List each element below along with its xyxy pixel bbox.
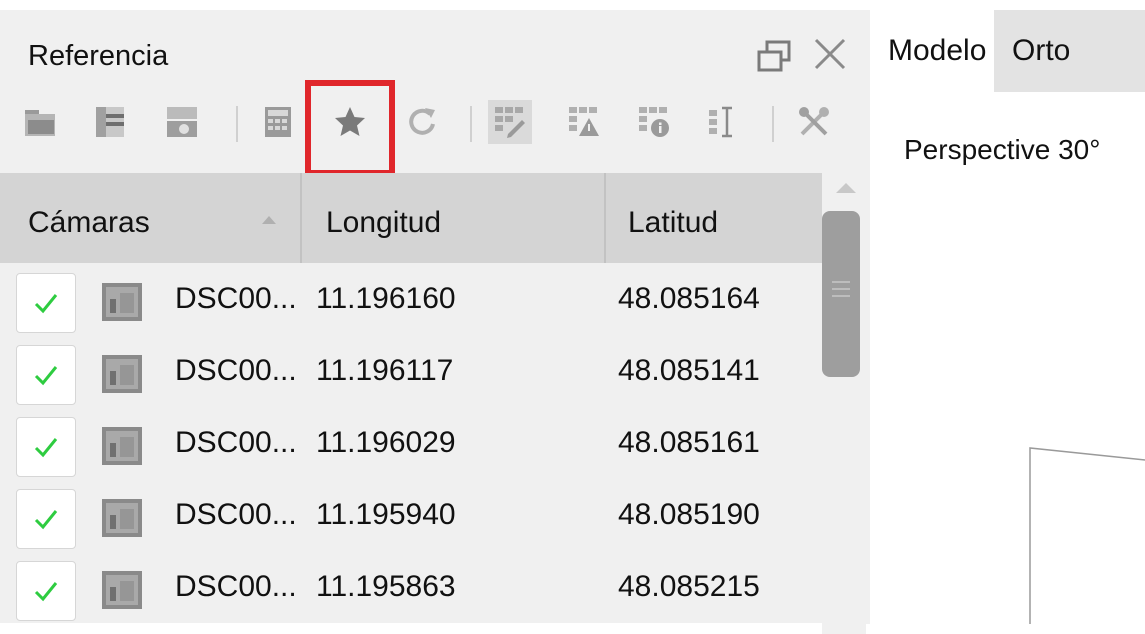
toolbar-separator (772, 106, 774, 142)
column-header-longitude[interactable]: Longitud (326, 173, 596, 273)
toolbar-separator (236, 106, 238, 142)
grid-info-icon[interactable] (632, 100, 676, 144)
camera-name: DSC00... (175, 570, 297, 603)
vertical-scrollbar[interactable] (822, 173, 866, 634)
column-divider[interactable] (604, 173, 606, 273)
reference-panel: Referencia Cámaras Longitud Latitud DSC0… (0, 10, 866, 634)
longitude-value: 11.196160 (316, 282, 456, 315)
import-file-icon[interactable] (88, 100, 132, 144)
tab-model[interactable]: Modelo (870, 10, 994, 92)
image-icon (102, 283, 142, 321)
longitude-value: 11.195863 (316, 570, 456, 603)
check-icon (34, 510, 58, 530)
panel-title: Referencia (28, 40, 169, 72)
model-viewport[interactable] (870, 10, 1145, 624)
row-checkbox[interactable] (16, 273, 76, 333)
table-header: Cámaras Longitud Latitud (0, 173, 822, 273)
sort-ascending-icon (262, 216, 276, 224)
calculator-icon[interactable] (256, 100, 300, 144)
camera-name: DSC00... (175, 426, 297, 459)
grip-line (832, 295, 850, 297)
image-icon (102, 571, 142, 609)
latitude-value: 48.085215 (618, 570, 760, 603)
settings-tools-icon[interactable] (792, 100, 836, 144)
check-icon (34, 438, 58, 458)
longitude-value: 11.196029 (316, 426, 456, 459)
row-checkbox[interactable] (16, 561, 76, 621)
row-checkbox[interactable] (16, 345, 76, 405)
view-tabs: Modelo Orto (870, 10, 1145, 92)
scrollbar-thumb[interactable] (822, 211, 860, 377)
tab-ortho[interactable]: Orto (994, 10, 1145, 92)
import-folder-icon[interactable] (18, 100, 62, 144)
image-icon (102, 499, 142, 537)
check-icon (34, 294, 58, 314)
longitude-value: 11.196117 (316, 354, 454, 387)
camera-name: DSC00... (175, 282, 297, 315)
viewport-panel: Modelo Orto Perspective 30° (870, 10, 1145, 624)
window-float-icon[interactable] (757, 40, 791, 72)
grid-warning-icon[interactable] (562, 100, 606, 144)
table-row[interactable]: DSC00... 11.196029 48.085161 (0, 407, 822, 479)
check-icon (34, 582, 58, 602)
row-checkbox[interactable] (16, 489, 76, 549)
camera-name: DSC00... (175, 354, 297, 387)
latitude-value: 48.085190 (618, 498, 760, 531)
toolbar (0, 92, 866, 162)
top-strip (0, 0, 1145, 10)
refresh-icon[interactable] (400, 100, 444, 144)
grip-line (832, 281, 850, 283)
toolbar-separator (470, 106, 472, 142)
camera-table: DSC00... 11.196160 48.085164 DSC00... 11… (0, 263, 822, 624)
table-row[interactable]: DSC00... 11.195940 48.085190 (0, 479, 822, 551)
grid-edit-icon[interactable] (488, 100, 532, 144)
image-icon (102, 427, 142, 465)
latitude-value: 48.085161 (618, 426, 760, 459)
table-row[interactable]: DSC00... 11.196160 48.085164 (0, 263, 822, 335)
row-checkbox[interactable] (16, 417, 76, 477)
model-outline-shape (1029, 447, 1145, 624)
image-icon (102, 355, 142, 393)
column-divider[interactable] (300, 173, 302, 273)
star-button-highlight (305, 80, 395, 176)
latitude-value: 48.085164 (618, 282, 760, 315)
longitude-value: 11.195940 (316, 498, 456, 531)
projection-label: Perspective 30° (904, 134, 1101, 165)
latitude-value: 48.085141 (618, 354, 760, 387)
check-icon (34, 366, 58, 386)
grip-line (832, 288, 850, 290)
camera-name: DSC00... (175, 498, 297, 531)
import-exif-icon[interactable] (160, 100, 204, 144)
text-cursor-icon[interactable] (702, 100, 746, 144)
column-header-cameras[interactable]: Cámaras (28, 173, 298, 273)
close-icon[interactable] (808, 34, 852, 78)
table-row[interactable]: DSC00... 11.195863 48.085215 (0, 551, 822, 623)
column-header-latitude[interactable]: Latitud (628, 173, 818, 273)
scroll-up-icon[interactable] (836, 183, 856, 193)
table-row[interactable]: DSC00... 11.196117 48.085141 (0, 335, 822, 407)
